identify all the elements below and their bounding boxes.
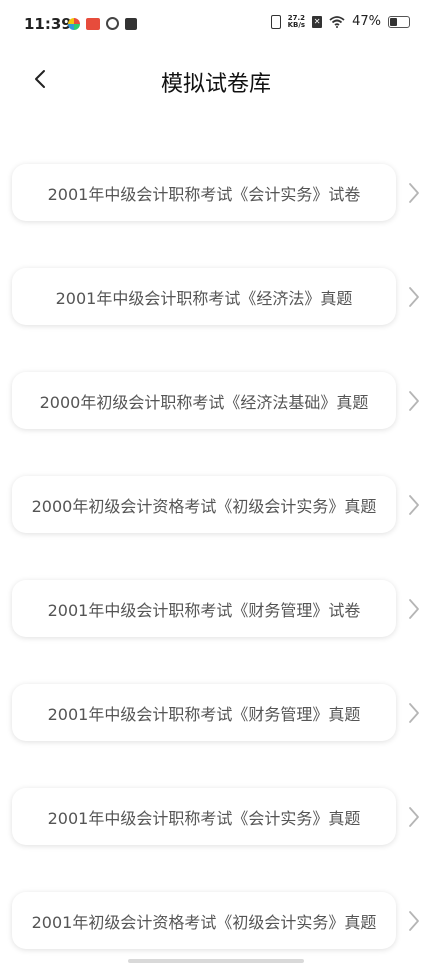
chevron-left-icon [34, 69, 46, 93]
paper-item-7[interactable]: 2001年中级会计职称考试《会计实务》真题 [12, 788, 396, 845]
status-right: 27.2 KB/s ✕ 47% [270, 14, 410, 29]
paper-item-label: 2001年中级会计职称考试《财务管理》试卷 [47, 600, 361, 620]
chevron-right-icon [407, 390, 421, 412]
message-notification-icon [125, 17, 137, 30]
chevron-right-icon [407, 702, 421, 724]
battery-level [390, 17, 398, 26]
chevron-right-icon [407, 494, 421, 516]
paper-item-label: 2000年初级会计职称考试《经济法基础》真题 [39, 392, 369, 412]
battery-percent: 47% [352, 14, 381, 29]
vibrate-icon [270, 14, 281, 29]
wifi-icon [329, 15, 345, 28]
sync-notification-icon [106, 17, 119, 30]
paper-item-label: 2001年中级会计职称考试《财务管理》真题 [47, 704, 361, 724]
chevron-right-icon [407, 910, 421, 932]
close-box-icon: ✕ [312, 15, 323, 28]
paper-item-3[interactable]: 2000年初级会计职称考试《经济法基础》真题 [12, 372, 396, 429]
chevron-right-icon [407, 598, 421, 620]
paper-item-5[interactable]: 2001年中级会计职称考试《财务管理》试卷 [12, 580, 396, 637]
net-speed: 27.2 KB/s [287, 14, 306, 29]
paper-item-label: 2001年中级会计职称考试《经济法》真题 [55, 288, 353, 308]
paper-item-2[interactable]: 2001年中级会计职称考试《经济法》真题 [12, 268, 396, 325]
news-notification-icon [86, 17, 100, 30]
back-button[interactable] [26, 66, 54, 96]
chevron-right-icon [407, 182, 421, 204]
home-indicator[interactable] [128, 959, 304, 963]
status-bar: 11:39 27.2 KB/s ✕ 47% [0, 0, 432, 52]
paper-item-label: 2001年中级会计职称考试《会计实务》试卷 [47, 184, 361, 204]
chevron-right-icon [407, 806, 421, 828]
paper-item-label: 2000年初级会计资格考试《初级会计实务》真题 [31, 496, 377, 516]
paper-item-8[interactable]: 2001年初级会计资格考试《初级会计实务》真题 [12, 892, 396, 949]
paper-item-label: 2001年中级会计职称考试《会计实务》真题 [47, 808, 361, 828]
app-notification-icon [68, 17, 80, 30]
chevron-right-icon [407, 286, 421, 308]
battery-icon [388, 15, 410, 28]
paper-item-label: 2001年初级会计资格考试《初级会计实务》真题 [31, 912, 377, 932]
net-speed-unit: KB/s [287, 20, 306, 29]
status-time: 11:39 [24, 15, 72, 33]
paper-item-4[interactable]: 2000年初级会计资格考试《初级会计实务》真题 [12, 476, 396, 533]
paper-item-1[interactable]: 2001年中级会计职称考试《会计实务》试卷 [12, 164, 396, 221]
paper-item-6[interactable]: 2001年中级会计职称考试《财务管理》真题 [12, 684, 396, 741]
page-title: 模拟试卷库 [160, 72, 271, 97]
notification-icons [68, 17, 137, 30]
